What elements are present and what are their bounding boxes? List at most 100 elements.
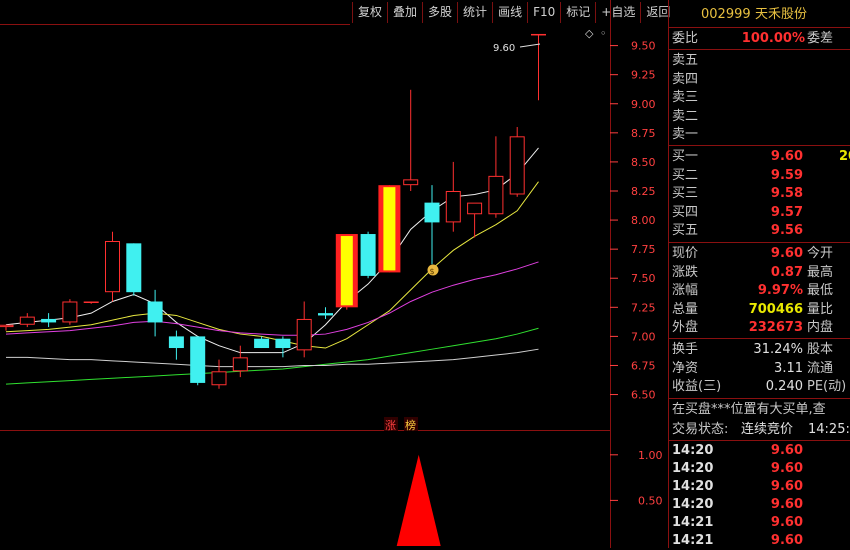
volume-tick-label: 0.50 xyxy=(638,494,663,507)
price-tick-label: 9.25 xyxy=(631,69,656,82)
sell-label: 卖三 xyxy=(672,90,699,105)
buy-row-0: 买一 9.60 20 xyxy=(669,148,850,166)
stat-label-2: 最高 xyxy=(807,264,834,280)
candle-body xyxy=(467,202,483,215)
stat-label: 涨跌 xyxy=(672,264,699,280)
toolbar-button-4[interactable]: 画线 xyxy=(492,2,527,23)
candle-21 xyxy=(445,161,461,232)
sell-label: 卖五 xyxy=(672,53,699,68)
stock-header[interactable]: 002999 天禾股份 xyxy=(669,6,850,24)
close-icon[interactable]: ◦ xyxy=(600,27,607,40)
tick-time: 14:20 xyxy=(672,479,714,494)
toolbar-button-0[interactable]: 复权 xyxy=(352,2,387,23)
tick-row-5: 14:21 9.60 xyxy=(669,532,850,550)
volume-panel xyxy=(396,454,441,546)
trade-status-time: 14:25: xyxy=(808,422,850,437)
badge-bang: 榜 xyxy=(405,418,416,432)
sell-row-0: 卖五 xyxy=(669,52,850,70)
chart-grid xyxy=(0,0,611,548)
badge-row: 涨 榜 xyxy=(384,417,418,432)
price-tick-label: 8.50 xyxy=(631,156,656,169)
tick-time: 14:21 xyxy=(672,515,714,530)
stat-label: 涨幅 xyxy=(672,283,699,298)
kline-chart[interactable]: 9.50 9.25 9.00 8.75 8.50 8.25 8.00 7.75 7.50 7.25… xyxy=(0,0,668,548)
candle-0 xyxy=(0,324,14,331)
notice-row: 在买盘***位置有大买单,查 xyxy=(669,401,850,419)
buy-row-2: 买三 9.58 xyxy=(669,185,850,203)
toolbar-button-2[interactable]: 多股 xyxy=(422,2,457,23)
ma-lines xyxy=(5,147,539,385)
badge-zhang: 涨 xyxy=(385,419,396,432)
buy-row-3: 买四 9.57 xyxy=(669,204,850,222)
stat-value: 9.60 xyxy=(770,246,803,261)
candle-body xyxy=(41,318,57,323)
chart-toolbar: 复权 叠加 多股 统计 画线 F10 标记 +自选 返回 xyxy=(352,2,675,24)
toolbar-button-6[interactable]: 标记 xyxy=(560,2,595,23)
candle-body xyxy=(168,336,184,349)
candle-body xyxy=(531,33,546,36)
diamond-icon[interactable]: ◇ xyxy=(585,27,594,40)
candle-body xyxy=(211,371,227,386)
sell-label: 卖一 xyxy=(672,127,699,142)
sell-row-4: 卖一 xyxy=(669,126,850,144)
stock-name: 天禾股份 xyxy=(755,7,808,22)
notice-text: 在买盘***位置有大买单,查 xyxy=(672,402,826,417)
order-ratio-value: 100.00% xyxy=(741,31,805,46)
candle-20 xyxy=(424,185,440,265)
toolbar-button-7[interactable]: +自选 xyxy=(595,2,640,23)
candle-body xyxy=(403,179,419,186)
stat-value: 232673 xyxy=(748,320,803,335)
candle-body xyxy=(105,241,120,293)
buy-row-1: 买二 9.59 xyxy=(669,167,850,185)
price-tick-label: 9.50 xyxy=(631,40,656,53)
tick-price: 9.60 xyxy=(770,533,803,548)
candle-2 xyxy=(41,313,57,328)
tick-row-2: 14:20 9.60 xyxy=(669,478,850,496)
toolbar-button-3[interactable]: 统计 xyxy=(457,2,492,23)
tick-row-3: 14:20 9.60 xyxy=(669,496,850,514)
stat-row-4: 外盘 232673 内盘 xyxy=(669,319,850,337)
buy-label: 买三 xyxy=(672,186,699,201)
candle-6 xyxy=(126,243,142,296)
buy-volume: 20 xyxy=(839,149,850,164)
trade-status-value: 连续竞价 xyxy=(741,422,794,437)
tick-row-1: 14:20 9.60 xyxy=(669,460,850,478)
candle-body xyxy=(147,301,163,323)
volume-axis: 1.00 0.50 xyxy=(610,449,663,507)
toolbar-button-1[interactable]: 叠加 xyxy=(387,2,422,23)
stat2-label-2: 流通 xyxy=(807,360,834,376)
buy-price: 9.57 xyxy=(770,204,803,220)
price-tick-label: 7.00 xyxy=(631,330,656,343)
candle-body xyxy=(360,234,376,276)
stat2-value: 31.24% xyxy=(753,342,803,357)
tick-price: 9.60 xyxy=(770,461,803,476)
candle-23 xyxy=(488,136,504,218)
candle-body xyxy=(509,136,525,195)
price-tick-label: 8.75 xyxy=(631,127,656,140)
candle-13 xyxy=(275,336,291,358)
candle-15 xyxy=(318,307,333,319)
candle-12 xyxy=(254,336,270,349)
price-tick-label: 6.50 xyxy=(631,389,656,402)
candle-14 xyxy=(296,301,312,358)
stat-label: 外盘 xyxy=(672,320,699,335)
tick-price: 9.60 xyxy=(770,515,803,530)
ma-line-3 xyxy=(5,327,539,385)
ma-line-0 xyxy=(5,147,539,354)
stat-row-2: 涨幅 9.97% 最低 xyxy=(669,282,850,300)
price-tick-label: 6.75 xyxy=(631,359,656,372)
trade-status-row: 交易状态: 连续竞价 14:25: xyxy=(672,422,850,437)
toolbar-button-5[interactable]: F10 xyxy=(527,2,560,23)
tick-time: 14:20 xyxy=(672,461,714,476)
candle-10 xyxy=(211,359,227,389)
tick-price: 9.60 xyxy=(770,479,803,494)
candle-body xyxy=(190,336,206,383)
sell-row-3: 卖二 xyxy=(669,108,850,126)
stat-value: 9.97% xyxy=(757,283,803,298)
candle-body xyxy=(126,243,142,293)
ma-line-4 xyxy=(6,348,539,368)
stat2-label: 换手 xyxy=(672,342,699,357)
candle-body xyxy=(19,316,35,325)
tick-time: 14:20 xyxy=(672,497,714,512)
candle-5 xyxy=(105,231,120,302)
